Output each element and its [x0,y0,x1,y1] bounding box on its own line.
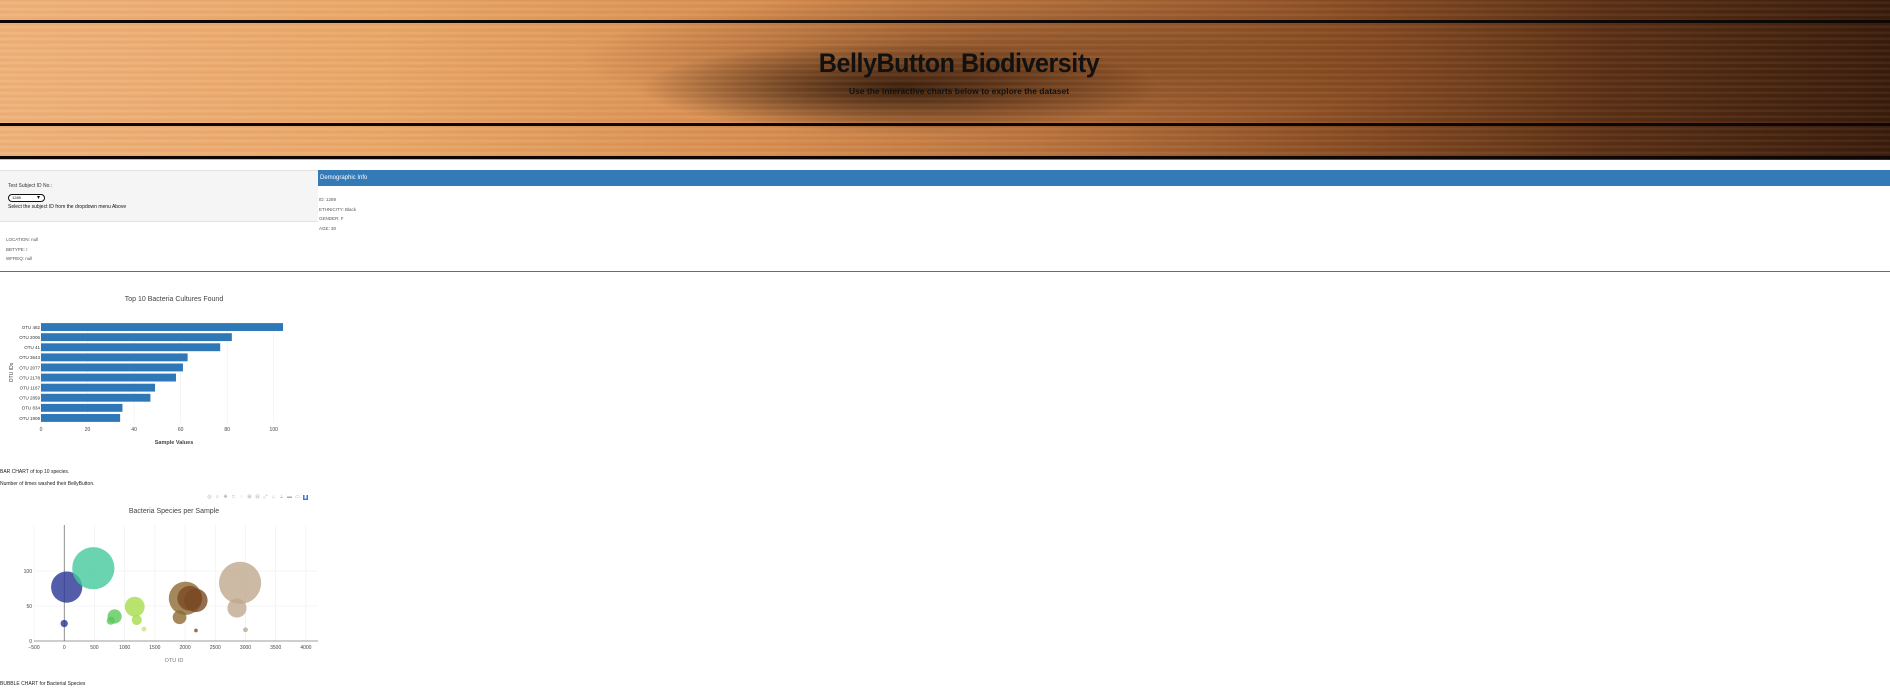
demographic-panel-heading: Demographic Info [318,170,1890,186]
bar-ytick-label: OTU 41 [24,345,40,350]
bar-mark [41,393,151,402]
bar-ytick-label: OTU 2077 [19,365,40,370]
bubble-point [131,614,142,626]
bar-ytick-label: OTU 2178 [19,375,40,380]
bubble-point [141,626,147,632]
bubble-point [194,628,198,633]
bar-xaxis-title: Sample Values [155,440,194,446]
extra-metadata-list: LOCATION: null BBTYPE: I WFREQ: null [6,235,38,264]
bar-mark [41,363,183,372]
subject-selector-hint: Select the subject ID from the dropdown … [8,204,127,210]
wash-frequency-caption: Number of times washed their BellyButton… [0,481,95,487]
metadata-location: LOCATION: null [6,237,39,242]
metadata-wfreq: WFREQ: null [6,256,33,261]
bubble-xtick-label: 4000 [300,645,311,651]
bubble-xaxis-title: OTU ID [165,658,184,664]
bubble-xtick-label: 2000 [180,645,191,651]
bubble-xtick-label: 2500 [210,645,221,651]
bar-xtick-label: 60 [178,427,184,433]
bar-mark [41,383,156,392]
demographic-age: AGE: 30 [319,225,337,231]
subject-selector-label: Test Subject ID No.: [8,183,53,189]
bubble-xtick-label: 3000 [240,645,251,651]
bar-chart-title: Top 10 Bacteria Cultures Found [125,296,224,303]
bar-mark [41,343,221,352]
demographic-ethnicity: ETHNICITY: Black [319,206,357,212]
bubble-point [218,561,262,605]
bubble-xtick-label: 1500 [149,645,160,651]
bar-ytick-label: OTU 2006 [19,335,40,340]
bar-ytick-label: OTU 2859 [19,396,40,401]
bar-xtick-label: 40 [131,427,137,433]
page-title: BellyButton Biodiversity [818,48,1100,78]
bubble-point [124,596,145,617]
bar-mark [41,353,188,362]
header-rule-bottom [0,156,1890,159]
bar-chart[interactable]: Top 10 Bacteria Cultures Found 0 20 40 60 80 1… [0,287,318,457]
bubble-xtick-label: 3500 [270,645,281,651]
header-background-texture [0,0,1890,160]
section-divider [0,271,1890,272]
bar-mark [41,414,121,422]
bubble-ytick-label: 0 [29,639,32,645]
bubble-xtick-label: 0 [63,645,66,651]
bar-mark [41,373,176,382]
header-jumbotron: BellyButton Biodiversity Use the interac… [0,0,1890,160]
page-subtitle: Use the interactive charts below to expl… [848,86,1070,96]
chevron-down-icon: ▾ [36,195,40,201]
subject-selector-panel: Test Subject ID No.: 1289 ▾ Select the s… [0,170,318,222]
bar-xtick-label: 100 [270,427,279,433]
subject-id-dropdown[interactable]: 1289 ▾ [8,194,45,202]
bar-xtick-label: 0 [40,427,43,433]
bubble-point [243,627,248,633]
bar-xtick-label: 20 [85,427,91,433]
metadata-bbtype: BBTYPE: I [6,246,28,252]
bubble-xtick-label: 1000 [119,645,130,651]
bar-ytick-label: OTU 834 [22,406,41,411]
bar-mark [41,403,123,412]
bar-yaxis-title: OTU IDs [9,362,15,382]
bubble-xtick-label: −500 [28,645,39,651]
demographic-gender: GENDER: F [319,216,344,221]
bar-ytick-label: OTU 1909 [19,416,40,421]
header-rule-middle [0,123,1890,126]
bubble-point [60,619,68,628]
demographic-panel-body: ID: 1289 ETHNICITY: Black GENDER: F AGE:… [319,195,356,233]
bubble-point [72,547,115,590]
bubble-ytick-label: 100 [24,569,33,575]
bar-xtick-label: 80 [224,427,230,433]
bubble-ytick-label: 50 [26,604,32,610]
bar-mark [41,333,232,342]
bar-ytick-label: OTU 482 [22,325,41,330]
bubble-xtick-label: 500 [90,645,99,651]
bar-mark [41,323,284,331]
bubble-chart[interactable]: Bacteria Species per Sample−500 0 500 1000 1… [0,500,318,675]
bubble-chart-title: Bacteria Species per Sample [129,508,219,515]
bubble-point [106,616,115,625]
bar-ytick-label: OTU 3643 [19,355,40,360]
demographic-id: ID: 1289 [319,197,337,202]
bubble-chart-caption: BUBBLE CHART for Bacterial Species [0,681,86,687]
subject-id-selected-value: 1289 [12,195,21,200]
bar-chart-caption: BAR CHART of top 10 species. [0,469,70,475]
bubble-point [184,588,208,613]
bar-ytick-label: OTU 1167 [20,385,41,390]
header-rule-top [0,20,1890,23]
